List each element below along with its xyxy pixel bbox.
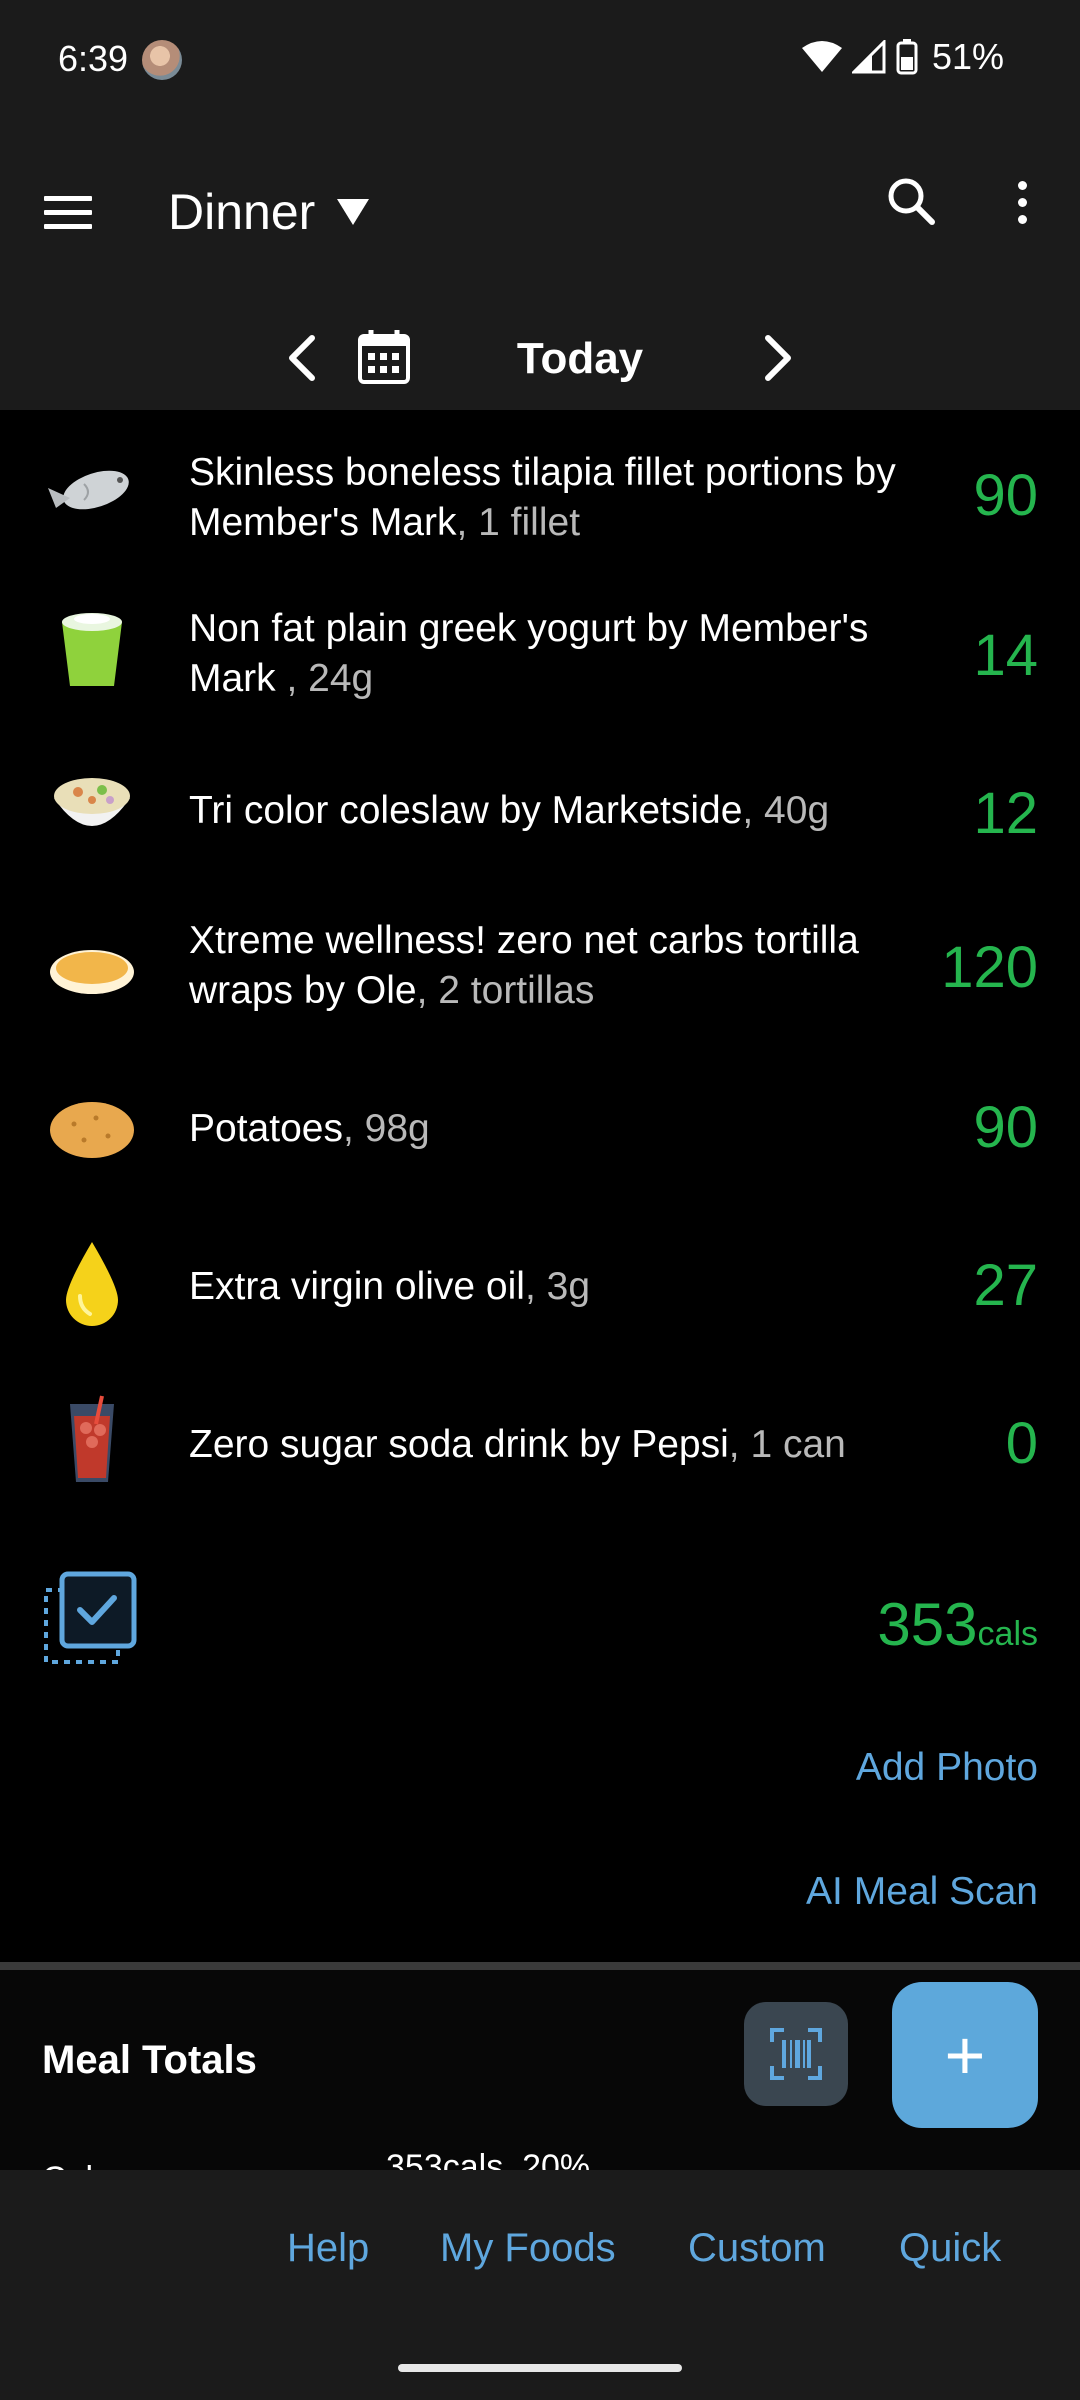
more-dot: [1017, 197, 1027, 207]
status-indicators: 51%: [801, 36, 1004, 78]
meal-dropdown-label: Dinner: [168, 184, 316, 240]
food-calories: 14: [973, 623, 1038, 688]
food-name: Potatoes: [189, 1107, 343, 1150]
tortilla-icon: [50, 950, 134, 994]
tab-custom[interactable]: Custom: [688, 2226, 826, 2271]
food-quantity: , 1 fillet: [456, 501, 581, 544]
food-quantity: , 40g: [742, 789, 830, 832]
food-quantity: , 24g: [286, 657, 374, 700]
food-row[interactable]: Zero sugar soda drink by Pepsi, 1 can 0: [0, 1370, 1080, 1520]
food-calories: 90: [973, 1095, 1038, 1160]
tab-help[interactable]: Help: [287, 2226, 369, 2271]
soda-glass-icon: [70, 1395, 114, 1482]
totals-row-value: 353cals, 20%: [386, 2148, 591, 2170]
potato-icon: [50, 1102, 134, 1158]
food-quantity: , 98g: [342, 1107, 430, 1150]
ai-meal-scan-link[interactable]: AI Meal Scan: [806, 1870, 1038, 1914]
yogurt-icon: [62, 613, 122, 686]
multi-select-checkbox-icon[interactable]: [42, 1570, 138, 1666]
menu-icon-bar: [44, 209, 92, 215]
food-description: Potatoes, 98g: [189, 1104, 929, 1154]
system-nav-bar: [0, 2334, 1080, 2400]
menu-icon-bar: [44, 223, 92, 229]
more-dot: [1017, 180, 1027, 190]
date-label[interactable]: Today: [440, 334, 720, 384]
menu-button[interactable]: [44, 182, 104, 242]
calendar-icon[interactable]: [356, 326, 412, 386]
meal-summary: 353cals: [0, 1570, 1080, 1700]
search-icon[interactable]: [880, 170, 944, 234]
wifi-icon: [801, 41, 842, 72]
date-navigation: Today: [0, 310, 1080, 400]
food-description: Zero sugar soda drink by Pepsi, 1 can: [189, 1420, 929, 1470]
food-calories: 90: [973, 463, 1038, 528]
home-gesture-handle[interactable]: [398, 2364, 682, 2372]
coleslaw-icon: [54, 778, 130, 826]
menu-icon-bar: [44, 195, 92, 201]
battery-percent: 51%: [931, 36, 1004, 77]
status-bar: 6:39 51%: [0, 0, 1080, 120]
section-divider: [0, 1962, 1080, 1970]
food-name: Zero sugar soda drink by Pepsi: [189, 1423, 729, 1466]
chevron-left-icon[interactable]: [278, 330, 328, 386]
food-row[interactable]: Non fat plain greek yogurt by Member's M…: [0, 578, 1080, 728]
meal-totals-title: Meal Totals: [42, 2038, 257, 2082]
food-name: Extra virgin olive oil: [189, 1265, 525, 1308]
food-row[interactable]: Tri color coleslaw by Marketside, 40g 12: [0, 740, 1080, 890]
food-description: Extra virgin olive oil, 3g: [189, 1262, 929, 1312]
food-quantity: , 2 tortillas: [416, 969, 595, 1012]
food-calories: 27: [973, 1253, 1038, 1318]
food-row[interactable]: Skinless boneless tilapia fillet portion…: [0, 420, 1080, 570]
dropdown-caret-icon: [337, 199, 370, 225]
food-quantity: , 1 can: [728, 1423, 846, 1466]
food-quantity: , 3g: [524, 1265, 591, 1308]
add-photo-link[interactable]: Add Photo: [856, 1746, 1038, 1790]
food-name: Tri color coleslaw by Marketside: [189, 789, 743, 832]
oil-drop-icon: [66, 1242, 118, 1326]
total-calories-value: 353: [877, 1591, 978, 1658]
more-options-button[interactable]: [1000, 170, 1044, 234]
food-calories: 120: [941, 935, 1038, 1000]
food-row[interactable]: Xtreme wellness! zero net carbs tortilla…: [0, 898, 1080, 1048]
status-time: 6:39: [58, 38, 129, 79]
add-food-button[interactable]: +: [892, 1982, 1038, 2128]
plus-icon: +: [944, 2016, 986, 2094]
food-calories: 12: [973, 781, 1038, 846]
fish-icon: [48, 470, 129, 510]
food-row[interactable]: Extra virgin olive oil, 3g 27: [0, 1214, 1080, 1364]
battery-icon: [896, 39, 918, 75]
food-description: Xtreme wellness! zero net carbs tortilla…: [189, 916, 929, 1016]
barcode-icon: [770, 2028, 822, 2080]
signal-icon: [851, 40, 886, 74]
barcode-scan-button[interactable]: [744, 2002, 848, 2106]
meal-dropdown[interactable]: Dinner: [168, 172, 370, 252]
tab-my-foods[interactable]: My Foods: [440, 2226, 616, 2271]
tab-quick[interactable]: Quick: [899, 2226, 1001, 2271]
bottom-tab-bar: Help My Foods Custom Quick: [0, 2170, 1080, 2334]
food-row[interactable]: Potatoes, 98g 90: [0, 1056, 1080, 1206]
food-description: Tri color coleslaw by Marketside, 40g: [189, 786, 929, 836]
food-description: Non fat plain greek yogurt by Member's M…: [189, 604, 929, 704]
total-calories-unit: cals: [977, 1615, 1038, 1653]
totals-row-label: Cal: [42, 2160, 93, 2170]
food-description: Skinless boneless tilapia fillet portion…: [189, 448, 929, 548]
app-header: Dinner Today: [0, 120, 1080, 410]
food-calories: 0: [1005, 1411, 1038, 1476]
avatar: [142, 40, 182, 80]
chevron-right-icon[interactable]: [752, 330, 802, 386]
meal-total-calories: 353cals: [877, 1590, 1038, 1659]
more-dot: [1017, 214, 1027, 224]
